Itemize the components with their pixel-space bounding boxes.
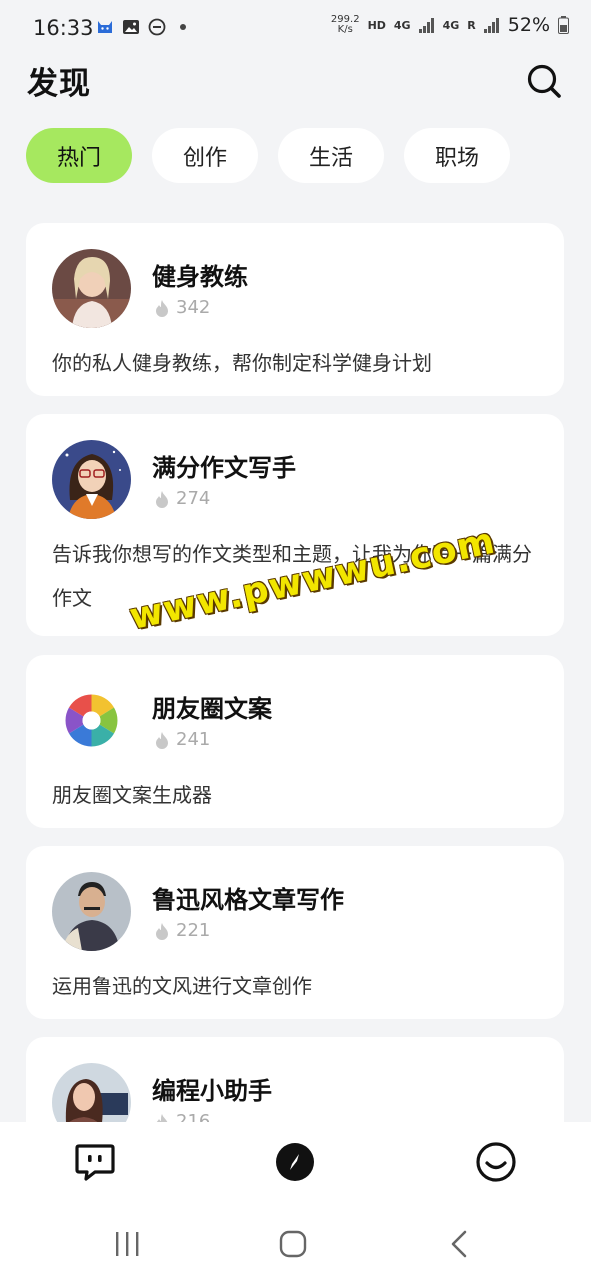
- card-title: 编程小助手: [152, 1077, 272, 1105]
- avatar: [52, 440, 131, 519]
- back-button[interactable]: [440, 1224, 480, 1264]
- heat-count: 221: [154, 920, 210, 941]
- tab-life[interactable]: 生活: [278, 128, 384, 183]
- tab-hot[interactable]: 热门: [26, 128, 132, 183]
- flame-icon: [156, 490, 168, 508]
- network-type-2: 4G: [442, 18, 460, 32]
- flame-icon: [156, 299, 168, 317]
- heat-count: 274: [154, 488, 210, 509]
- search-icon: [527, 64, 561, 98]
- signal-icon-2: [483, 17, 500, 33]
- agent-card-moments-copy[interactable]: 朋友圈文案 241 朋友圈文案生成器: [26, 655, 564, 828]
- status-bar: 16:33 299.2 K/s HD 4G 4G R 52%: [0, 0, 591, 60]
- compass-icon: [276, 1143, 314, 1181]
- page-title: 发现: [27, 66, 91, 102]
- card-description: 你的私人健身教练，帮你制定科学健身计划: [52, 351, 432, 375]
- cat-icon: [98, 21, 112, 33]
- search-button[interactable]: [524, 61, 564, 101]
- flame-icon: [156, 731, 168, 749]
- card-description: 运用鲁迅的文风进行文章创作: [52, 974, 312, 998]
- status-time: 16:33: [33, 16, 94, 40]
- dot-icon: [180, 24, 186, 30]
- card-title: 满分作文写手: [152, 454, 296, 482]
- card-title: 健身教练: [152, 263, 248, 291]
- status-right: 299.2 K/s HD 4G 4G R 52%: [331, 14, 569, 36]
- card-title: 朋友圈文案: [152, 695, 272, 723]
- signal-icon: [418, 17, 435, 33]
- avatar: [52, 872, 131, 951]
- nav-discover[interactable]: [273, 1140, 317, 1184]
- roaming-badge: R: [467, 18, 476, 32]
- notification-icons: [96, 18, 192, 36]
- nav-profile[interactable]: [474, 1140, 518, 1184]
- bottom-nav: [0, 1122, 591, 1204]
- agent-card-fitness-coach[interactable]: 健身教练 342 你的私人健身教练，帮你制定科学健身计划: [26, 223, 564, 396]
- network-type-1: 4G: [393, 18, 411, 32]
- dnd-icon: [148, 18, 166, 36]
- system-nav-bar: [0, 1204, 591, 1280]
- avatar: [52, 249, 131, 328]
- battery-level: 52%: [507, 14, 550, 36]
- image-icon: [123, 20, 139, 34]
- heat-count: 342: [154, 297, 210, 318]
- home-icon: [279, 1230, 307, 1258]
- recent-apps-icon: [116, 1232, 139, 1256]
- back-icon: [451, 1230, 467, 1258]
- smile-icon: [476, 1142, 516, 1182]
- avatar: [52, 681, 131, 760]
- recent-apps-button[interactable]: [107, 1224, 147, 1264]
- aperture-icon: [65, 694, 118, 747]
- hd-badge: HD: [367, 18, 386, 32]
- home-button[interactable]: [273, 1224, 313, 1264]
- nav-chat[interactable]: [73, 1140, 117, 1184]
- agent-card-luxun-writing[interactable]: 鲁迅风格文章写作 221 运用鲁迅的文风进行文章创作: [26, 846, 564, 1019]
- chat-icon: [75, 1144, 115, 1181]
- category-tabs: 热门 创作 生活 职场: [26, 128, 510, 183]
- battery-icon: [558, 16, 569, 34]
- card-description: 朋友圈文案生成器: [52, 783, 212, 807]
- tab-workplace[interactable]: 职场: [404, 128, 510, 183]
- tab-creation[interactable]: 创作: [152, 128, 258, 183]
- heat-count: 241: [154, 729, 210, 750]
- card-title: 鲁迅风格文章写作: [152, 886, 344, 914]
- flame-icon: [156, 922, 168, 940]
- network-speed: 299.2 K/s: [330, 14, 360, 35]
